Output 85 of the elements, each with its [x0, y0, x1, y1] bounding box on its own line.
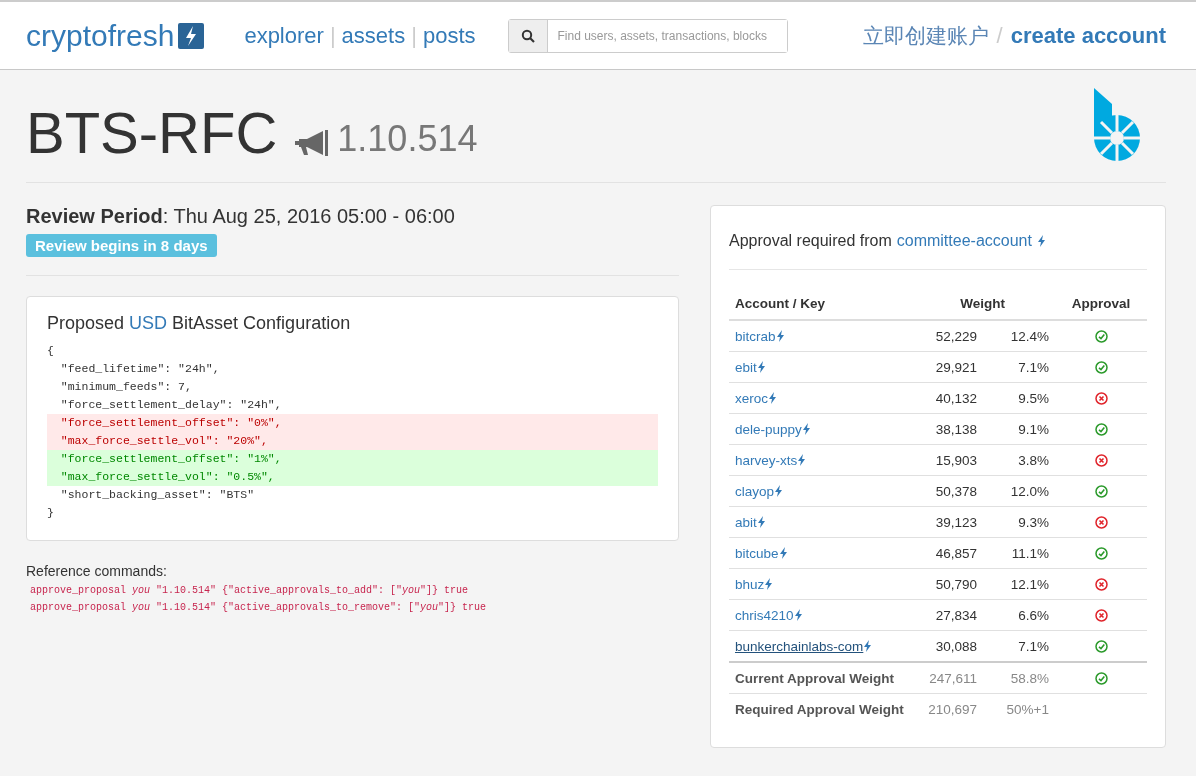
percent-value: 9.3%: [1018, 514, 1049, 530]
nav-link[interactable]: posts: [422, 22, 476, 49]
create-account-link[interactable]: create account: [1010, 22, 1166, 49]
lightning-icon: [802, 422, 810, 435]
weight-value: 46,857: [935, 545, 977, 561]
weight-value: 50,378: [935, 483, 977, 499]
code-line: }: [47, 505, 55, 521]
lightning-icon: [776, 329, 784, 342]
config-title: Proposed: [47, 313, 125, 334]
weight-value: 27,834: [935, 607, 977, 623]
bitshares-logo-icon: [1092, 88, 1142, 164]
account-link[interactable]: ebit: [735, 359, 757, 375]
search-field[interactable]: Find users, assets, transactions, blocks: [507, 18, 788, 53]
weight-value: 29,921: [935, 359, 977, 375]
review-status-badge: Review begins in 8 days: [26, 234, 217, 257]
percent-value: 7.1%: [1018, 359, 1049, 375]
percent-value: 6.6%: [1018, 607, 1049, 623]
account-link[interactable]: committee-account: [896, 232, 1032, 250]
account-link[interactable]: bunkerchainlabs-com: [735, 638, 864, 654]
weight-value: 40,132: [935, 390, 977, 406]
lightning-icon: [794, 608, 802, 621]
nav-separator: |: [411, 22, 417, 49]
lightning-icon: [864, 639, 872, 652]
review-period: Review Period: Thu Aug 25, 2016 05:00 - 06:00: [26, 205, 456, 228]
column-header: Approval: [1071, 296, 1131, 311]
weight-value: 39,123: [935, 514, 977, 530]
percent-value: 12.4%: [1010, 328, 1049, 344]
percent-value: 9.5%: [1018, 390, 1049, 406]
lightning-icon: [757, 515, 765, 528]
signup-link[interactable]: 立即创建账户: [862, 21, 989, 50]
account-link[interactable]: bitcube: [735, 545, 779, 561]
account-link[interactable]: dele-puppy: [735, 421, 802, 437]
reference-label: Reference commands:: [26, 563, 168, 579]
code-line: "minimum_feeds": 7,: [59, 379, 193, 395]
config-title: BitAsset Configuration: [172, 313, 351, 334]
nav-separator: |: [329, 22, 336, 49]
brand-link[interactable]: cryptofresh: [26, 18, 175, 53]
proposal-id: 1.10.514: [337, 118, 478, 160]
code-line: "short_backing_asset": "BTS": [59, 487, 256, 503]
code-line: {: [47, 343, 55, 359]
code-line: "force_settlement_delay": "24h",: [59, 397, 283, 413]
account-link[interactable]: bitcrab: [735, 328, 776, 344]
total-label: Required Approval Weight: [735, 701, 904, 717]
column-header: Weight: [960, 296, 1005, 311]
account-link[interactable]: xeroc: [735, 390, 768, 406]
nav-link[interactable]: explorer: [244, 22, 324, 49]
asset-link[interactable]: USD: [129, 313, 168, 334]
link-separator: /: [996, 22, 1003, 49]
account-link[interactable]: clayop: [735, 483, 775, 499]
lightning-icon: [779, 546, 787, 559]
lightning-icon: [769, 391, 776, 404]
column-header: Account / Key: [735, 296, 826, 311]
percent-value: 50%+1: [1006, 701, 1049, 717]
percent-value: 7.1%: [1018, 638, 1049, 654]
code-line: "feed_lifetime": "24h",: [59, 361, 221, 377]
percent-value: 9.1%: [1018, 421, 1049, 437]
page-title: BTS-RFC: [26, 104, 278, 162]
weight-value: 38,138: [935, 421, 977, 437]
command-line: approve_proposal you "1.10.514" {"active_approvals_to_add": ["you"]} true: [30, 585, 470, 596]
approval-heading: Approval required from: [729, 232, 892, 250]
account-link[interactable]: bhuz: [735, 576, 765, 592]
lightning-logo-icon: [178, 22, 205, 49]
account-link[interactable]: abit: [735, 514, 757, 530]
weight-value: 15,903: [935, 452, 977, 468]
percent-value: 11.1%: [1011, 545, 1049, 561]
weight-value: 52,229: [935, 328, 977, 344]
percent-value: 12.0%: [1010, 483, 1049, 499]
weight-value: 50,790: [935, 576, 977, 592]
account-link[interactable]: chris4210: [735, 607, 794, 623]
lightning-icon: [765, 577, 773, 590]
percent-value: 12.1%: [1010, 576, 1049, 592]
lightning-icon: [757, 360, 765, 373]
lightning-icon: [775, 484, 783, 497]
nav-link[interactable]: assets: [341, 22, 406, 49]
percent-value: 58.8%: [1010, 670, 1049, 686]
weight-value: 30,088: [935, 638, 977, 654]
lightning-icon: [1037, 235, 1045, 247]
percent-value: 3.8%: [1018, 452, 1049, 468]
search-icon[interactable]: [520, 28, 535, 43]
weight-value: 247,611: [929, 670, 977, 686]
total-label: Current Approval Weight: [735, 670, 894, 686]
weight-value: 210,697: [928, 701, 977, 717]
account-link[interactable]: harvey-xts: [735, 452, 798, 468]
command-line: approve_proposal you "1.10.514" {"active_approvals_to_remove": ["you"]} true: [30, 602, 488, 613]
lightning-icon: [798, 453, 806, 466]
